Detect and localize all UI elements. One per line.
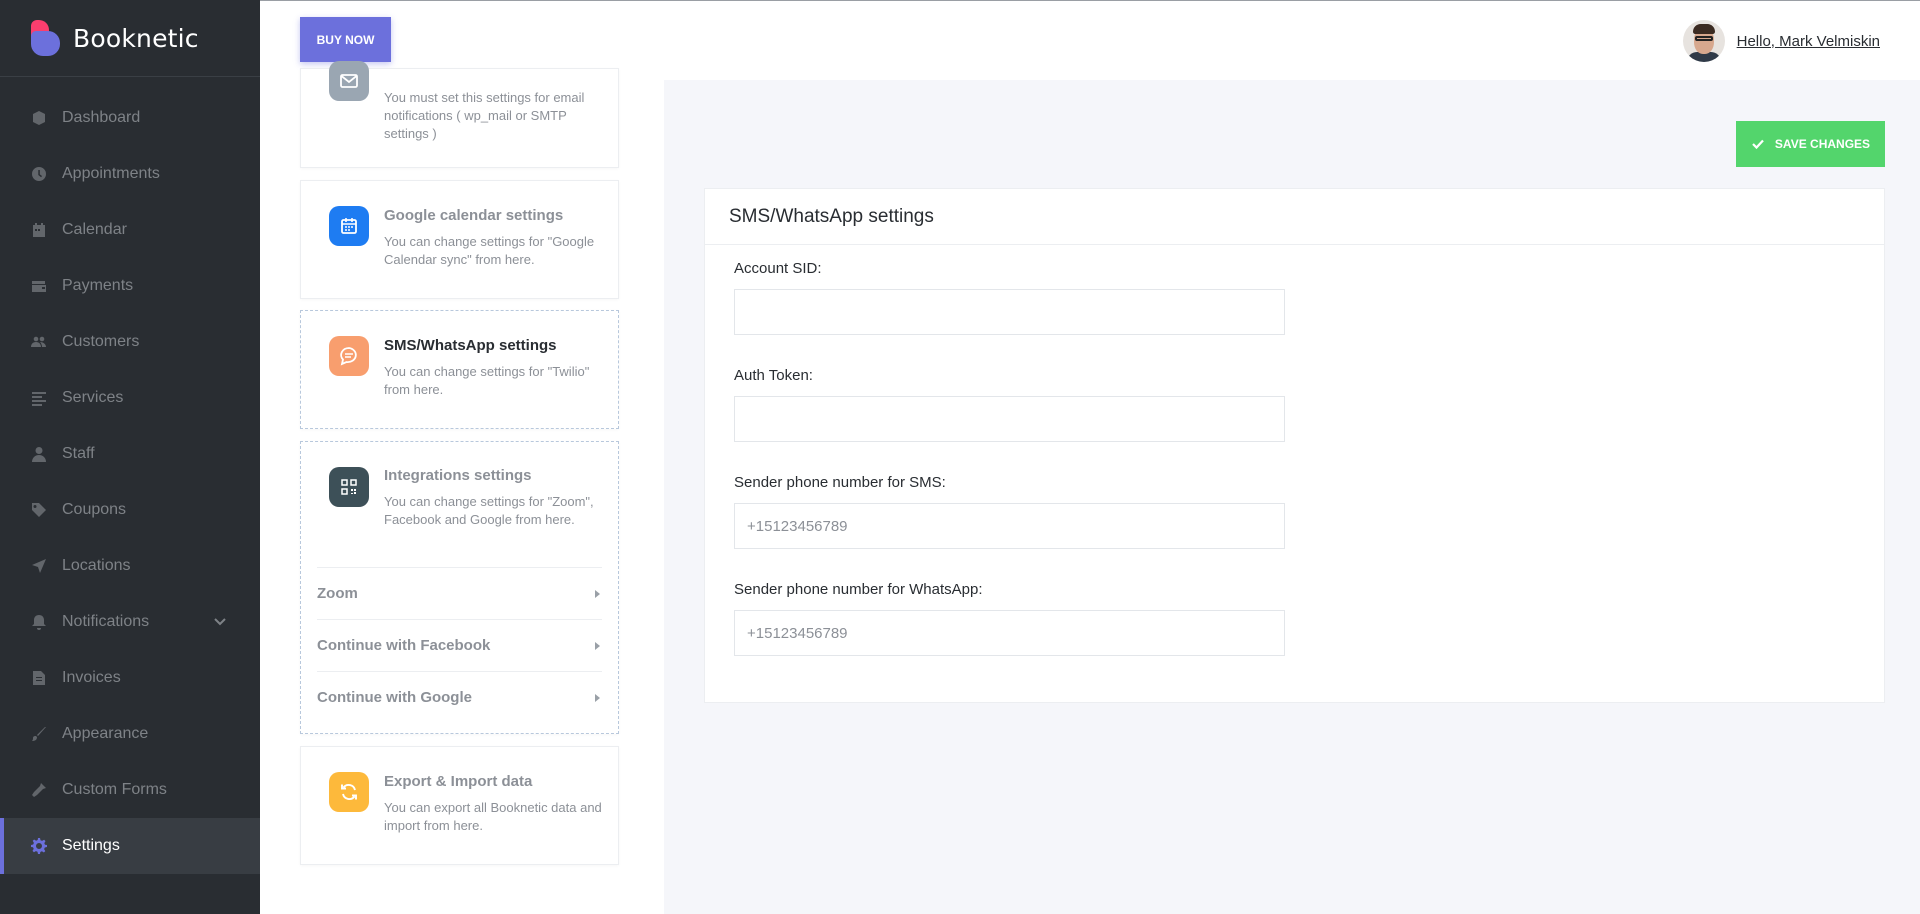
card-title: Integrations settings [384,467,532,484]
calendar-icon [30,221,48,239]
caret-right-icon [595,693,600,702]
list-icon [30,389,48,407]
user-menu[interactable]: Hello, Mark Velmiskin [1682,20,1880,62]
qr-code-icon [329,467,369,507]
field-label: Sender phone number for WhatsApp: [734,581,983,598]
sidebar-item-appearance[interactable]: Appearance [0,706,260,762]
brush-icon [30,725,48,743]
card-title: Google calendar settings [384,207,564,224]
location-arrow-icon [30,557,48,575]
sidebar-item-staff[interactable]: Staff [0,426,260,482]
auth-token-field-group: Auth Token: [734,367,1285,442]
caret-right-icon [595,641,600,650]
sidebar-item-label: Custom Forms [62,781,167,798]
user-icon [30,445,48,463]
card-title: SMS/WhatsApp settings [384,337,557,354]
check-icon [1752,139,1764,150]
panel-title: SMS/WhatsApp settings [705,189,1884,245]
brand-name: Booknetic [73,23,199,53]
sidebar-item-payments[interactable]: Payments [0,258,260,314]
wallet-icon [30,277,48,295]
card-description: You can change settings for "Zoom", Face… [384,494,594,527]
buy-now-button[interactable]: BUY NOW [300,17,391,62]
sidebar-item-label: Staff [62,445,95,462]
sms-sender-field-group: Sender phone number for SMS: [734,474,1285,549]
gear-icon [30,837,48,855]
google-calendar-icon [329,206,369,246]
avatar[interactable] [1682,20,1725,62]
users-icon [30,333,48,351]
sidebar-item-calendar[interactable]: Calendar [0,202,260,258]
sidebar-item-label: Settings [62,837,120,854]
sidebar-item-label: Coupons [62,501,127,518]
sms-settings-panel: SMS/WhatsApp settings Account SID: Auth … [704,188,1885,703]
sidebar-item-dashboard[interactable]: Dashboard [0,90,260,146]
sidebar: Booknetic Dashboard Appointments Calenda… [0,0,260,914]
sidebar-item-customers[interactable]: Customers [0,314,260,370]
integration-label: Continue with Google [317,689,472,706]
integration-google[interactable]: Continue with Google [317,671,602,723]
card-title: Export & Import data [384,773,533,790]
bell-icon [30,613,48,631]
account-sid-input[interactable] [734,289,1285,335]
sidebar-menu: Dashboard Appointments Calendar Payments… [0,77,260,874]
sidebar-item-invoices[interactable]: Invoices [0,650,260,706]
sidebar-item-notifications[interactable]: Notifications [0,594,260,650]
account-sid-field-group: Account SID: [734,260,1285,335]
sms-whatsapp-settings-card[interactable]: SMS/WhatsApp settings You can change set… [300,310,619,429]
user-greeting-link[interactable]: Hello, Mark Velmiskin [1737,33,1880,50]
sidebar-item-label: Services [62,389,124,406]
chevron-down-icon[interactable] [212,614,228,630]
tag-icon [30,501,48,519]
settings-list: You must set this settings for email not… [260,61,738,914]
card-description: You can export all Booknetic data and im… [384,800,602,833]
sidebar-item-label: Notifications [62,613,150,630]
google-calendar-settings-card[interactable]: Google calendar settings You can change … [300,180,619,299]
envelope-icon [329,61,369,101]
export-import-settings-card[interactable]: Export & Import data You can export all … [300,746,619,865]
card-description: You can change settings for "Twilio" fro… [384,364,590,397]
brand[interactable]: Booknetic [0,0,260,77]
sidebar-item-label: Payments [62,277,134,294]
sms-sender-phone-input[interactable] [734,503,1285,549]
caret-right-icon [595,589,600,598]
integration-zoom[interactable]: Zoom [317,567,602,619]
sync-icon [329,772,369,812]
integration-label: Continue with Facebook [317,637,491,654]
field-label: Account SID: [734,260,822,277]
integrations-settings-card[interactable]: Integrations settings You can change set… [300,441,619,734]
file-icon [30,669,48,687]
sidebar-item-appointments[interactable]: Appointments [0,146,260,202]
save-changes-button[interactable]: SAVE CHANGES [1736,121,1885,167]
sidebar-item-custom-forms[interactable]: Custom Forms [0,762,260,818]
card-description: You must set this settings for email not… [384,90,585,141]
sidebar-item-label: Appointments [62,165,160,182]
card-description: You can change settings for "Google Cale… [384,234,595,267]
auth-token-input[interactable] [734,396,1285,442]
sidebar-item-label: Dashboard [62,109,141,126]
whatsapp-sender-phone-input[interactable] [734,610,1285,656]
sidebar-item-label: Appearance [62,725,149,742]
sidebar-item-label: Customers [62,333,140,350]
email-settings-card[interactable]: You must set this settings for email not… [300,61,619,168]
sidebar-item-settings[interactable]: Settings [0,818,260,874]
sidebar-item-label: Locations [62,557,131,574]
whatsapp-sender-field-group: Sender phone number for WhatsApp: [734,581,1285,656]
tools-icon [30,781,48,799]
integration-facebook[interactable]: Continue with Facebook [317,619,602,671]
clock-icon [30,165,48,183]
dashboard-icon [30,109,48,127]
field-label: Sender phone number for SMS: [734,474,946,491]
sidebar-item-locations[interactable]: Locations [0,538,260,594]
chat-bubble-icon [329,336,369,376]
booknetic-logo-icon [31,20,60,56]
sidebar-item-coupons[interactable]: Coupons [0,482,260,538]
field-label: Auth Token: [734,367,813,384]
sidebar-item-services[interactable]: Services [0,370,260,426]
integration-label: Zoom [317,585,358,602]
sidebar-item-label: Invoices [62,669,121,686]
save-changes-label: SAVE CHANGES [1774,137,1871,151]
sidebar-item-label: Calendar [62,221,127,238]
